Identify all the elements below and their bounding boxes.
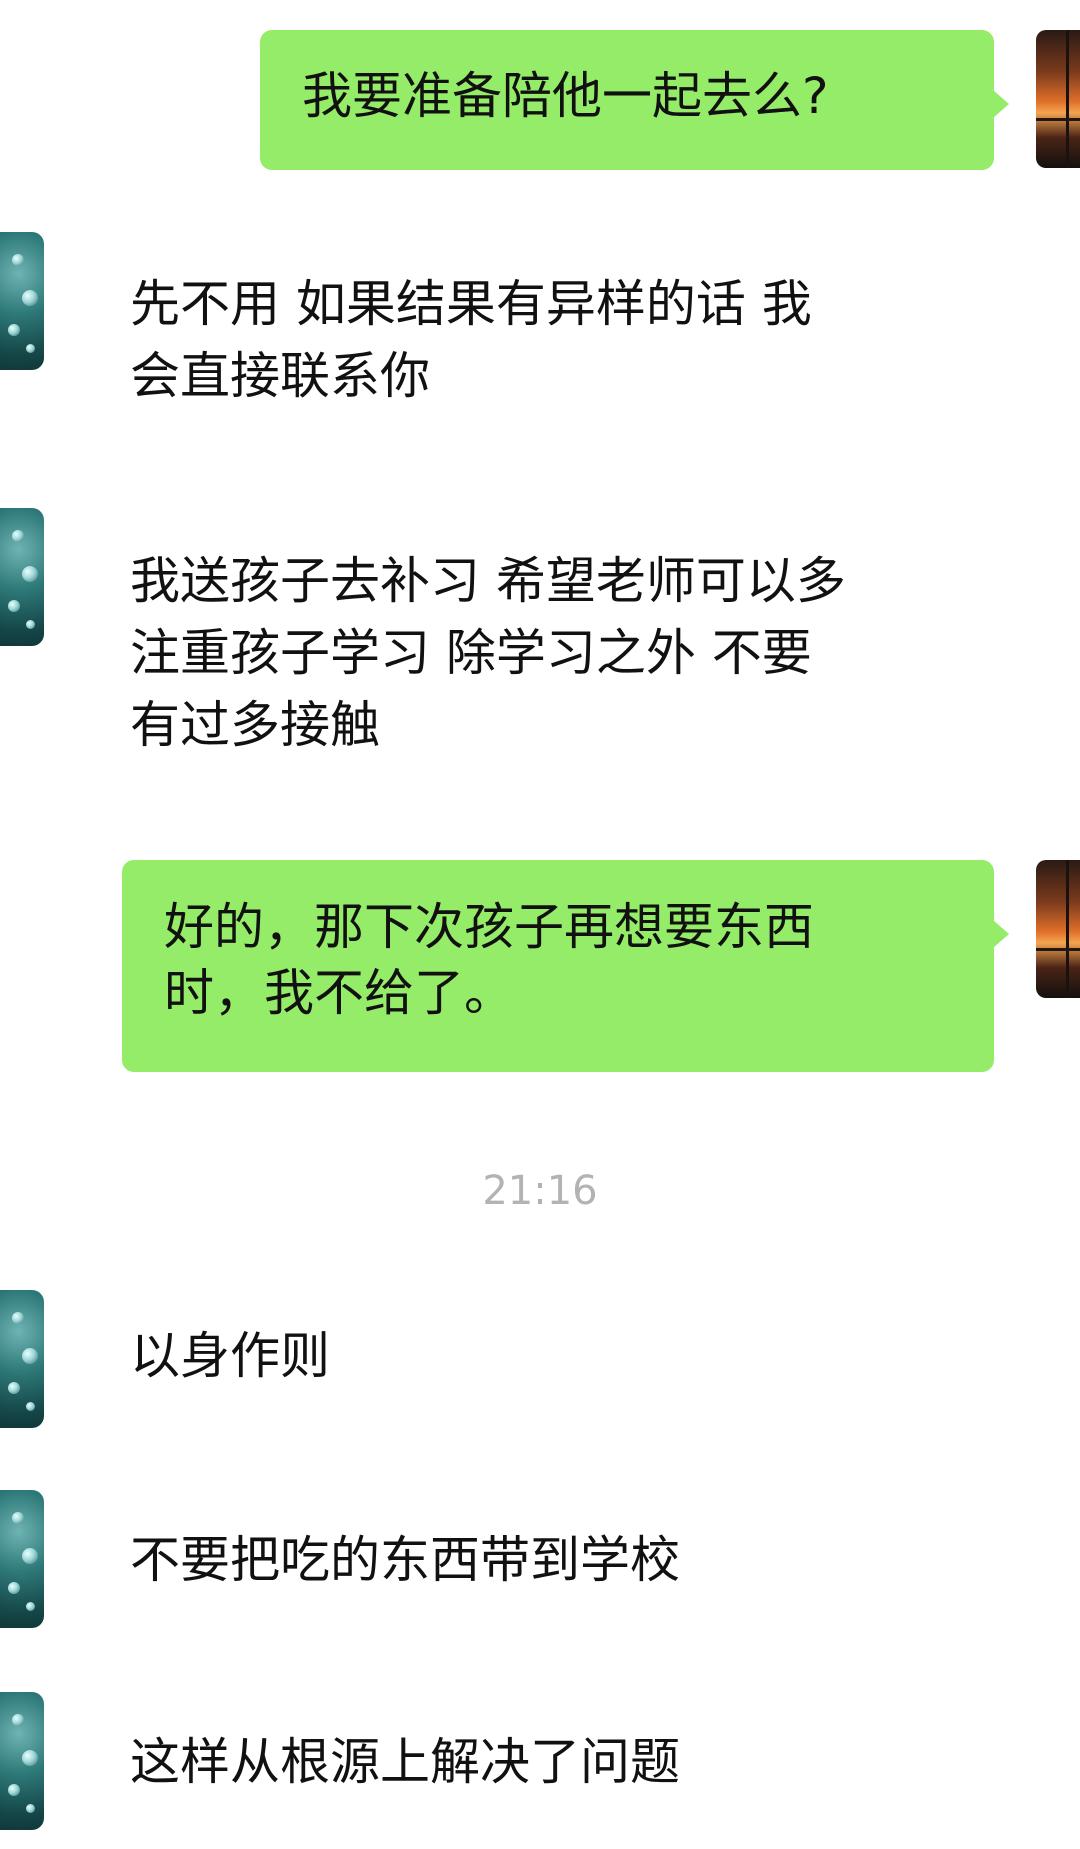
message-text: 以身作则 <box>130 1327 330 1385</box>
contact-avatar[interactable] <box>0 1290 44 1428</box>
avatar-detail <box>26 1602 35 1611</box>
incoming-message-bubble[interactable]: 我送孩子去补习 希望老师可以多 注重孩子学习 除学习之外 不要 有过多接触 <box>88 545 1028 761</box>
avatar-detail <box>1066 860 1069 998</box>
contact-avatar[interactable] <box>0 232 44 370</box>
avatar-detail <box>1036 118 1080 121</box>
message-text: 好的，那下次孩子再想要东西 时，我不给了。 <box>164 898 814 1022</box>
avatar-detail <box>22 566 38 582</box>
contact-avatar[interactable] <box>0 508 44 646</box>
avatar-detail <box>22 1548 38 1564</box>
avatar-detail <box>26 1402 35 1411</box>
avatar-detail <box>22 1348 38 1364</box>
outgoing-message-bubble[interactable]: 好的，那下次孩子再想要东西 时，我不给了。 <box>122 860 1009 1072</box>
message-text: 不要把吃的东西带到学校 <box>130 1531 680 1589</box>
incoming-message-bubble[interactable]: 这样从根源上解决了问题 <box>88 1726 1028 1798</box>
avatar-detail <box>22 290 38 306</box>
avatar-detail <box>12 1512 24 1524</box>
avatar-detail <box>8 324 20 336</box>
incoming-message-bubble[interactable]: 先不用 如果结果有异样的话 我 会直接联系你 <box>88 268 1028 412</box>
message-text: 我送孩子去补习 希望老师可以多 注重孩子学习 除学习之外 不要 有过多接触 <box>130 552 846 754</box>
avatar-detail <box>1066 30 1069 168</box>
outgoing-message-bubble[interactable]: 我要准备陪他一起去么? <box>260 30 1009 170</box>
avatar-detail <box>12 530 24 542</box>
avatar-detail <box>26 620 35 629</box>
message-text: 我要准备陪他一起去么? <box>302 67 829 125</box>
self-avatar[interactable] <box>1036 30 1080 168</box>
avatar-detail <box>8 600 20 612</box>
avatar-detail <box>8 1382 20 1394</box>
avatar-detail <box>1036 948 1080 951</box>
avatar-detail <box>26 1804 35 1813</box>
avatar-detail <box>12 1714 24 1726</box>
avatar-detail <box>8 1582 20 1594</box>
message-timestamp: 21:16 <box>482 1168 598 1214</box>
contact-avatar[interactable] <box>0 1490 44 1628</box>
incoming-message-bubble[interactable]: 不要把吃的东西带到学校 <box>88 1524 1028 1596</box>
avatar-detail <box>12 254 24 266</box>
avatar-detail <box>26 344 35 353</box>
message-text: 这样从根源上解决了问题 <box>130 1733 680 1791</box>
message-text: 先不用 如果结果有异样的话 我 会直接联系你 <box>130 275 812 405</box>
contact-avatar[interactable] <box>0 1692 44 1830</box>
avatar-detail <box>22 1750 38 1766</box>
avatar-detail <box>8 1784 20 1796</box>
self-avatar[interactable] <box>1036 860 1080 998</box>
incoming-message-bubble[interactable]: 以身作则 <box>88 1320 1028 1392</box>
avatar-detail <box>12 1312 24 1324</box>
